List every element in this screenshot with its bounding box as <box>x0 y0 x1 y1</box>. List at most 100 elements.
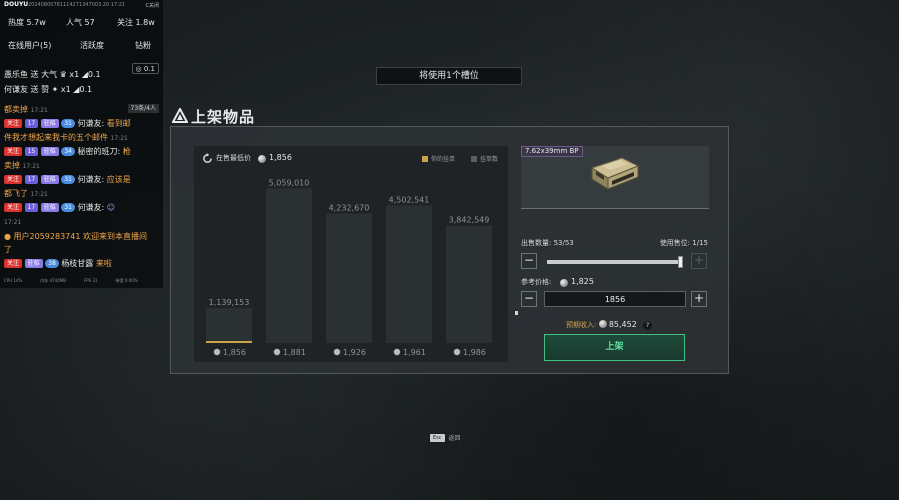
legend-my-listing: 你的挂单 <box>422 154 455 163</box>
level-badge: 17 <box>24 119 39 128</box>
price-tick-label: 1,961 <box>403 348 426 357</box>
chat-username[interactable]: 何谦友: <box>78 119 105 128</box>
chat-message: 关注 驻船 38 杨枝甘露 来啦 <box>4 258 112 269</box>
price-chart: 1,139,153 1,856 5,059,010 1,881 4,232,670 1,9… <box>194 146 508 362</box>
fan-badge: 驻船 <box>40 119 59 128</box>
level-badge: 17 <box>24 203 39 212</box>
chart-bar <box>206 308 252 343</box>
overlay-tabs: 在线用户(5) 活跃度 钻粉 <box>0 40 163 54</box>
vip-badge: 31 <box>61 119 75 128</box>
avatar-icon: ● <box>4 232 11 241</box>
coin-icon <box>598 320 607 328</box>
vip-badge: 34 <box>61 147 75 156</box>
listing-panel: 1,139,153 1,856 5,059,010 1,881 4,232,670 1,9… <box>170 126 729 374</box>
reference-price-label: 参考价格: <box>521 278 552 286</box>
vip-badge: 38 <box>45 259 59 268</box>
overlay-info-text: 20240800781114271347003.20 17:21 <box>28 2 126 8</box>
chat-line: 都卖掉 17:21 <box>4 105 48 114</box>
mouse-cursor <box>515 311 518 315</box>
legend-listing-count: 挂单数 <box>471 154 498 163</box>
coin-icon <box>213 348 221 356</box>
bar-value-label: 1,139,153 <box>209 298 250 307</box>
follow-badge[interactable]: 关注 <box>4 203 23 212</box>
quantity-minus-button[interactable]: − <box>521 253 537 269</box>
chat-message: 关注 17 驻船 31 何谦友: 看到邮 <box>4 118 131 129</box>
refresh-icon[interactable] <box>202 153 213 164</box>
gift-icon: ♛ <box>59 70 67 79</box>
chat-username[interactable]: 何谦友: <box>78 175 105 184</box>
follow-badge[interactable]: 关注 <box>4 259 23 268</box>
overlay-top-bar: DOUYU 20240800781114271347003.20 17:21 C… <box>0 0 163 12</box>
price-input[interactable] <box>544 291 686 307</box>
chat-username[interactable]: 秘密的班刀: <box>78 147 121 156</box>
chat-line: 了 <box>4 245 12 254</box>
chart-bar <box>266 188 312 343</box>
stream-chat-overlay: DOUYU 20240800781114271347003.20 17:21 C… <box>0 0 163 288</box>
fan-badge: 驻船 <box>24 259 43 268</box>
stat-popularity: 人气 57 <box>66 18 95 27</box>
coin-icon <box>393 348 401 356</box>
item-name: 7.62x39mm BP <box>521 146 583 157</box>
price-tick-label: 1,881 <box>283 348 306 357</box>
lowest-price-value: 1,856 <box>269 153 292 162</box>
gift-row: 愚乐鱼 送 大气 ♛ x1 ◢0.1 <box>4 70 101 79</box>
emoji-icon: ☺ <box>106 203 116 212</box>
quantity-slider[interactable] <box>547 256 683 268</box>
reference-price-value: 1,825 <box>571 277 594 286</box>
stat-follow: 关注 1.8w <box>117 18 155 27</box>
coin-icon <box>273 348 281 356</box>
slot-usage-label: 使用售位: 1/15 <box>659 239 708 247</box>
bar-value-label: 4,232,670 <box>329 204 370 213</box>
coin-icon <box>258 155 266 163</box>
chat-message: 关注 17 驻船 31 何谦友: 应该是 <box>4 174 131 185</box>
chat-username[interactable]: 杨枝甘露 <box>61 259 93 268</box>
fan-badge: 驻船 <box>40 203 59 212</box>
chart-bar <box>386 205 432 343</box>
chart-bar <box>326 213 372 343</box>
price-plus-button[interactable]: + <box>691 291 707 307</box>
quantity-slider-thumb[interactable] <box>678 256 683 268</box>
price-tick-label: 1,986 <box>463 348 486 357</box>
stat-heat: 热度 5.7w <box>8 18 46 27</box>
gift-icon: ✦ <box>51 85 59 94</box>
quantity-plus-button[interactable]: + <box>691 253 707 269</box>
expected-income-value: 85,452 <box>608 320 637 329</box>
chat-line: 17:21 <box>4 219 22 226</box>
chat-username[interactable]: 何谦友: <box>78 203 105 212</box>
esc-key-icon: Esc <box>430 434 445 442</box>
follow-badge[interactable]: 关注 <box>4 119 23 128</box>
price-tick-label: 1,856 <box>223 348 246 357</box>
my-listing-marker <box>206 341 252 343</box>
overlay-close-button[interactable]: C关闭 <box>146 2 160 9</box>
tab-online-users[interactable]: 在线用户(5) <box>8 40 51 51</box>
sell-quantity-label: 出售数量: 53/53 <box>521 239 574 247</box>
chat-line: 件我才想起来我卡的五个邮件 17:21 <box>4 133 128 142</box>
tab-fans[interactable]: 钻粉 <box>135 40 151 51</box>
message-count-badge: 73条/4人 <box>127 104 159 113</box>
slot-usage-banner: 将使用1个槽位 <box>376 67 522 85</box>
esc-back-hint[interactable]: Esc 返回 <box>430 433 461 444</box>
follow-badge[interactable]: 关注 <box>4 147 23 156</box>
bar-value-label: 3,842,549 <box>449 216 490 225</box>
chart-bar <box>446 225 492 343</box>
tab-activity[interactable]: 活跃度 <box>80 40 104 51</box>
overlay-stats: 热度 5.7w 人气 57 关注 1.8w <box>0 17 163 31</box>
market-triangle-icon <box>172 108 188 123</box>
list-item-button[interactable]: 上架 <box>544 334 685 361</box>
bar-value-label: 4,502,541 <box>389 195 430 204</box>
coin-balance[interactable]: ◎ 0.1 <box>131 63 159 74</box>
level-badge: 17 <box>24 175 39 184</box>
chat-line: 都飞了 17:21 <box>4 189 48 198</box>
level-badge: 15 <box>24 147 39 156</box>
help-icon[interactable]: ? <box>643 321 653 330</box>
bar-value-label: 5,059,010 <box>269 178 310 187</box>
expected-income: 预期收入: 85,452 ? <box>566 320 653 330</box>
chat-message: 关注 17 驻船 31 何谦友: ☺ <box>4 202 115 213</box>
coin-icon <box>453 348 461 356</box>
price-minus-button[interactable]: − <box>521 291 537 307</box>
price-chart-svg: 1,139,153 1,856 5,059,010 1,881 4,232,670 1,9… <box>206 178 492 357</box>
follow-badge[interactable]: 关注 <box>4 175 23 184</box>
douyu-logo: DOUYU <box>4 1 29 8</box>
item-divider <box>521 208 709 209</box>
chat-line: 卖掉 17:21 <box>4 161 40 170</box>
